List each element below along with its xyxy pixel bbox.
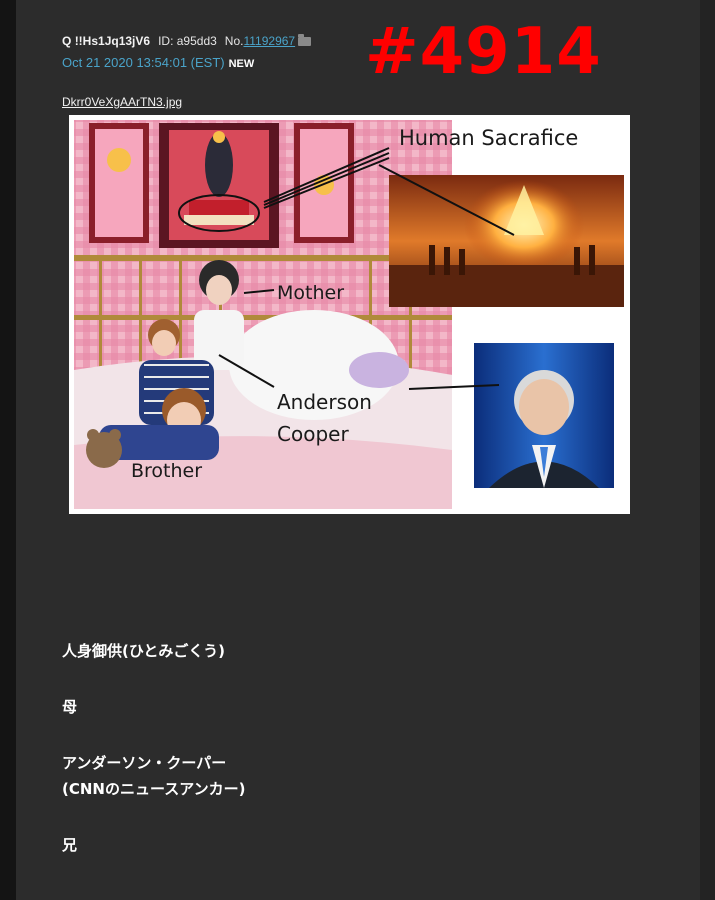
post-timestamp: Oct 21 2020 13:54:01 (EST) NEW <box>62 55 255 70</box>
message-line-brother: 兄 <box>62 836 78 854</box>
right-border <box>700 0 715 900</box>
message-line-anderson-cooper: アンダーソン・クーパー <box>62 754 227 772</box>
label-cooper: Cooper <box>277 422 349 446</box>
bonfire-photo <box>389 175 624 307</box>
attachment-image[interactable]: Human Sacrafice Mother Anderson Cooper B… <box>69 115 630 514</box>
message-line-cnn-anchor: (CNNのニュースアンカー) <box>62 780 246 798</box>
post-number: No.11192967 <box>224 34 296 48</box>
folder-icon[interactable] <box>298 34 312 46</box>
drop-number-overlay: #4914 <box>365 15 602 89</box>
label-human-sacrifice: Human Sacrafice <box>399 126 578 150</box>
attachment-illustration: Human Sacrafice Mother Anderson Cooper B… <box>74 120 624 509</box>
post-header: Q !!Hs1Jq13jV6 ID: a95dd3 No.11192967 <box>62 34 312 48</box>
post-number-link[interactable]: 11192967 <box>243 34 295 48</box>
message-line-mother: 母 <box>62 698 78 716</box>
left-border <box>0 0 16 900</box>
page: Q !!Hs1Jq13jV6 ID: a95dd3 No.11192967 Oct … <box>0 0 715 900</box>
message-line-sacrifice: 人身御供(ひとみごくう) <box>62 642 225 660</box>
label-mother: Mother <box>277 282 344 304</box>
news-anchor-photo <box>474 343 614 488</box>
user-id: ID: a95dd3 <box>158 34 217 48</box>
label-brother: Brother <box>131 460 202 482</box>
label-anderson: Anderson <box>277 390 372 414</box>
post-author: Q !!Hs1Jq13jV6 <box>62 34 151 48</box>
new-badge: NEW <box>228 58 255 70</box>
attachment-filename-link[interactable]: Dkrr0VeXgAArTN3.jpg <box>62 95 182 109</box>
